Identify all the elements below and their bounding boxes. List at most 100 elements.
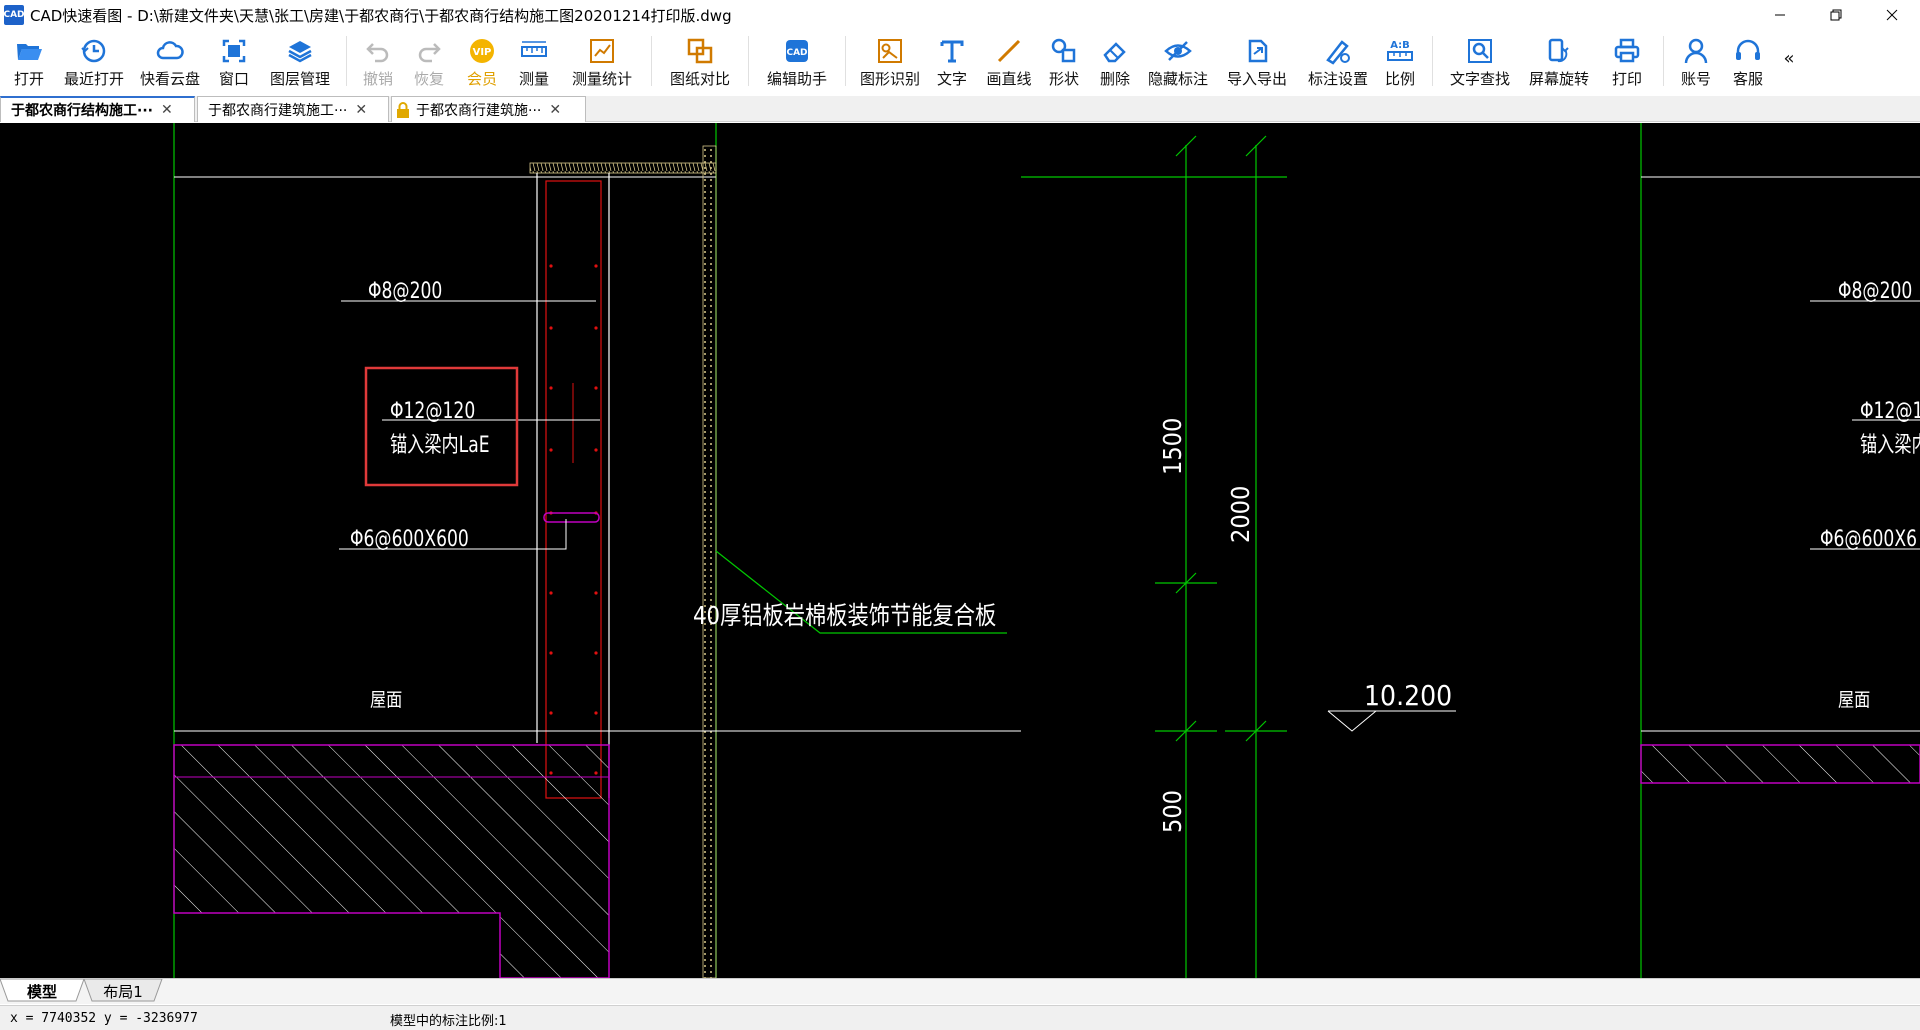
document-tabs: 于都农商行结构施工··· ✕ 于都农商行建筑施工··· ✕ 于都农商行建筑施··…	[0, 96, 1920, 122]
doc-tab-label: 于都农商行建筑施···	[416, 102, 542, 119]
undo-button[interactable]: 撤销	[355, 30, 401, 90]
text-search-button[interactable]: 文字查找	[1441, 30, 1519, 90]
cad-drawing	[173, 123, 1920, 978]
delete-button[interactable]: 删除	[1088, 30, 1142, 90]
app-logo-icon: CAD	[3, 5, 25, 25]
line-icon	[997, 39, 1021, 63]
rebar-label: Φ12@120	[390, 399, 476, 424]
layer-manager-button[interactable]: 图层管理	[262, 30, 338, 90]
import-export-label: 导入导出	[1226, 70, 1287, 88]
print-button[interactable]: 打印	[1599, 30, 1655, 90]
toolbar-divider	[346, 36, 347, 86]
shape-recognize-icon	[878, 39, 902, 63]
rotate-screen-icon	[1548, 38, 1569, 63]
open-button[interactable]: 打开	[4, 30, 54, 90]
close-tab-icon[interactable]: ✕	[161, 102, 173, 118]
rotate-screen-button[interactable]: 屏幕旋转	[1519, 30, 1599, 90]
lock-icon	[397, 101, 409, 118]
tab-model[interactable]: 模型	[10, 979, 74, 1003]
doc-tab-architecture-locked[interactable]: 于都农商行建筑施··· ✕	[391, 96, 586, 122]
customer-service-button[interactable]: 客服	[1720, 30, 1776, 90]
close-window-button[interactable]	[1864, 0, 1920, 30]
anchor-note: 锚入梁内l	[1860, 433, 1920, 458]
redo-button[interactable]: 恢复	[401, 30, 457, 90]
doc-tab-label: 于都农商行结构施工···	[11, 103, 153, 119]
vip-label: 会员	[466, 70, 497, 88]
scale-label: 比例	[1384, 70, 1415, 88]
dimension-500: 500	[1158, 790, 1187, 833]
capping-strip	[529, 162, 717, 174]
close-tab-icon[interactable]: ✕	[549, 102, 561, 118]
main-toolbar: 打开 最近打开 快看云盘 窗口 图层管理 撤销 恢复 VIP 会员 测量 测量统…	[0, 30, 1920, 92]
cursor-coordinates: x = 7740352 y = -3236977	[10, 1011, 198, 1026]
undo-label: 撤销	[362, 70, 393, 88]
close-tab-icon[interactable]: ✕	[355, 102, 367, 118]
layout-tabs: 模型 布局1	[0, 978, 1920, 1004]
window-button[interactable]: 窗口	[206, 30, 262, 90]
account-label: 账号	[1680, 70, 1711, 88]
rebar-label: Φ6@600X600	[350, 527, 469, 552]
toolbar-more-button[interactable]: «	[1776, 30, 1802, 90]
tab-layout1[interactable]: 布局1	[92, 979, 154, 1003]
doc-tab-architecture[interactable]: 于都农商行建筑施工··· ✕	[197, 96, 389, 122]
tie-bar	[543, 512, 600, 523]
dimension-2000: 2000	[1226, 485, 1255, 543]
minimize-button[interactable]	[1752, 0, 1808, 30]
status-bar: x = 7740352 y = -3236977 模型中的标注比例:1	[0, 1005, 1920, 1030]
cloud-drive-button[interactable]: 快看云盘	[134, 30, 206, 90]
measure-stats-label: 测量统计	[571, 70, 632, 88]
edit-assistant-label: 编辑助手	[766, 70, 827, 88]
svg-text:VIP: VIP	[473, 47, 492, 58]
restore-icon	[1830, 9, 1842, 21]
print-label: 打印	[1611, 70, 1642, 88]
headset-icon	[1736, 39, 1760, 60]
measure-stats-icon	[590, 39, 614, 63]
window-title: CAD快速看图 - D:\新建文件夹\天慧\张工\房建\于都农商行\于都农商行结…	[30, 6, 732, 25]
drawing-canvas[interactable]: Φ8@200 Φ12@120 锚入梁内LaE Φ6@600X600 40厚铝板岩…	[0, 123, 1920, 978]
roof-label: 屋面	[1838, 689, 1871, 711]
hide-annotation-button[interactable]: 隐藏标注	[1142, 30, 1214, 90]
restore-button[interactable]	[1808, 0, 1864, 30]
rebar-label: Φ8@200	[368, 279, 443, 304]
rebar-outline	[545, 180, 602, 799]
toolbar-divider	[1663, 36, 1664, 86]
composite-panel	[702, 145, 717, 978]
compare-drawings-button[interactable]: 图纸对比	[660, 30, 740, 90]
ruler-icon	[521, 41, 547, 57]
cloud-icon	[156, 41, 184, 60]
annotation-scale: 模型中的标注比例:1	[390, 1014, 507, 1029]
rebar-label: Φ6@600X6	[1820, 527, 1918, 552]
recent-open-label: 最近打开	[63, 70, 124, 88]
draw-line-button[interactable]: 画直线	[978, 30, 1040, 90]
panel-note: 40厚铝板岩棉板装饰节能复合板	[693, 601, 997, 630]
user-icon	[1684, 38, 1708, 64]
doc-tab-structure[interactable]: 于都农商行结构施工··· ✕	[0, 96, 195, 122]
doc-tab-label: 于都农商行建筑施工···	[208, 102, 348, 119]
cad-viewer-window: CAD CAD快速看图 - D:\新建文件夹\天慧\张工\房建\于都农商行\于都…	[0, 0, 1920, 1030]
scale-button[interactable]: A:B 比例	[1376, 30, 1424, 90]
measure-stats-button[interactable]: 测量统计	[561, 30, 643, 90]
text-search-label: 文字查找	[1449, 70, 1510, 88]
printer-icon	[1614, 38, 1640, 63]
toolbar-divider	[651, 36, 652, 86]
text-search-icon	[1468, 39, 1492, 63]
import-export-button[interactable]: 导入导出	[1214, 30, 1300, 90]
vip-icon: VIP	[470, 39, 494, 63]
edit-assistant-button[interactable]: CAD 编辑助手	[757, 30, 837, 90]
account-button[interactable]: 账号	[1672, 30, 1720, 90]
recent-open-button[interactable]: 最近打开	[54, 30, 134, 90]
text-button[interactable]: 文字	[926, 30, 978, 90]
shapes-button[interactable]: 形状	[1040, 30, 1088, 90]
minimize-icon	[1775, 14, 1785, 16]
measure-button[interactable]: 测量	[507, 30, 561, 90]
shape-recognize-label: 图形识别	[859, 70, 920, 88]
open-label: 打开	[13, 70, 44, 88]
shape-recognize-button[interactable]: 图形识别	[854, 30, 926, 90]
vip-button[interactable]: VIP 会员	[457, 30, 507, 90]
toolbar-divider	[748, 36, 749, 86]
customer-service-label: 客服	[1732, 70, 1763, 88]
eraser-icon	[1103, 42, 1126, 63]
annotation-settings-button[interactable]: 标注设置	[1300, 30, 1376, 90]
roof-slab-hatch	[173, 744, 610, 978]
double-chevron-icon: «	[1783, 48, 1795, 69]
